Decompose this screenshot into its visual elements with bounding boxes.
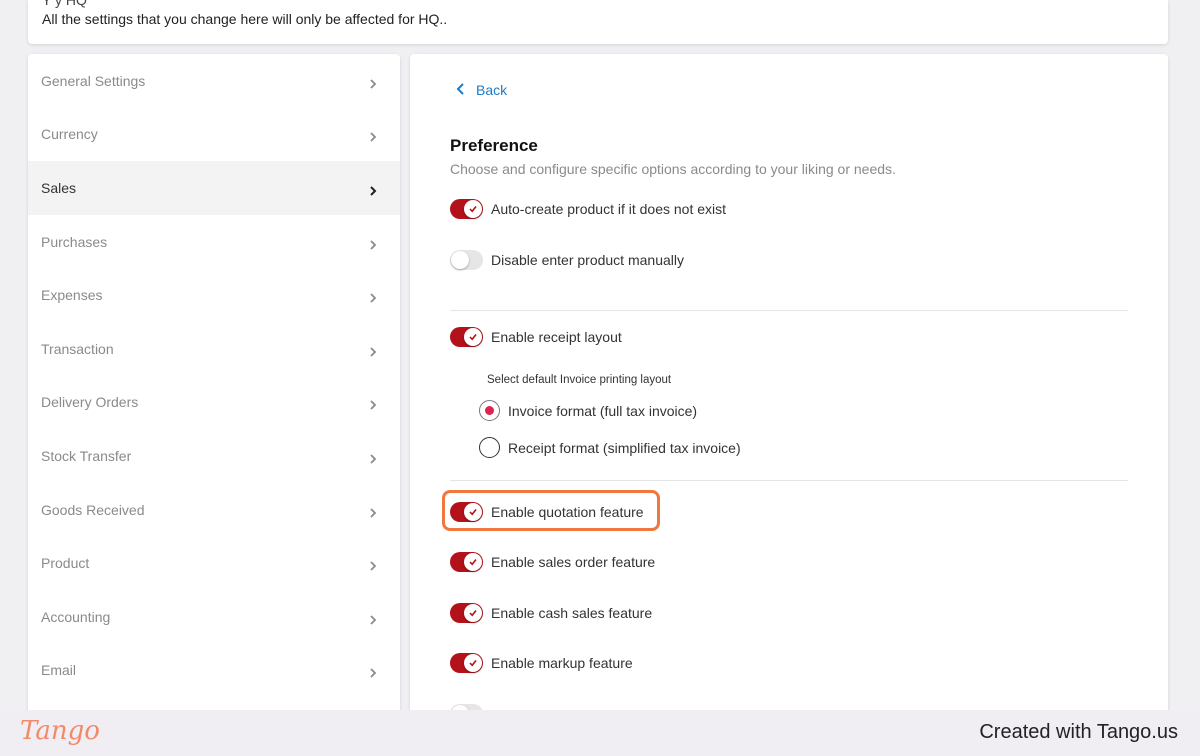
receipt-format-label: Receipt format (simplified tax invoice) — [508, 439, 741, 456]
sidebar-item-currency[interactable]: Currency — [28, 108, 400, 162]
sidebar-item-label: Expenses — [41, 287, 103, 304]
chevron-right-icon — [368, 237, 378, 250]
chevron-right-icon — [368, 397, 378, 410]
sidebar-item-transaction[interactable]: Transaction — [28, 322, 400, 376]
banner-cut-text: Y y HQ — [42, 0, 87, 8]
check-icon — [464, 328, 482, 346]
info-banner: Y y HQ All the settings that you change … — [28, 0, 1168, 44]
sidebar-item-purchases[interactable]: Purchases — [28, 215, 400, 269]
sidebar-item-goods-received[interactable]: Goods Received — [28, 483, 400, 537]
sales-order-toggle[interactable] — [450, 552, 483, 572]
check-icon — [464, 503, 482, 521]
chevron-right-icon — [368, 505, 378, 518]
tango-logo: Tango — [20, 716, 100, 746]
cash-sales-toggle[interactable] — [450, 603, 483, 623]
sidebar-item-label: Accounting — [41, 608, 111, 625]
chevron-right-icon — [368, 129, 378, 143]
sidebar-item-label: General Settings — [41, 72, 146, 89]
sales-order-row: Enable sales order feature — [450, 552, 655, 572]
chevron-right-icon — [368, 344, 378, 357]
chevron-right-icon — [368, 612, 378, 625]
receipt-layout-toggle[interactable] — [450, 327, 483, 347]
chevron-right-icon — [368, 558, 378, 571]
disable-manual-label: Disable enter product manually — [491, 252, 684, 268]
invoice-format-option[interactable]: Invoice format (full tax invoice) — [479, 400, 697, 421]
sidebar-item-label: Delivery Orders — [41, 394, 139, 411]
auto-create-row: Auto-create product if it does not exist — [450, 199, 726, 219]
sidebar-item-stock-transfer[interactable]: Stock Transfer — [28, 429, 400, 483]
invoice-format-label: Invoice format (full tax invoice) — [508, 402, 698, 419]
back-label: Back — [476, 82, 508, 98]
auto-create-label: Auto-create product if it does not exist — [491, 201, 727, 217]
cash-sales-label: Enable cash sales feature — [491, 605, 653, 621]
preference-panel: Back Preference Choose and configure spe… — [410, 54, 1168, 714]
markup-row: Enable markup feature — [450, 653, 633, 673]
section-divider — [450, 480, 1128, 481]
section-divider — [450, 310, 1128, 311]
auto-create-toggle[interactable] — [450, 199, 483, 219]
sidebar-item-label: Product — [41, 555, 90, 572]
receipt-layout-row: Enable receipt layout — [450, 327, 622, 347]
created-with-credit: Created with Tango.us — [979, 721, 1178, 743]
sidebar-item-general-settings[interactable]: General Settings — [28, 54, 400, 108]
page-subtitle: Choose and configure specific options ac… — [450, 161, 896, 177]
toggle-knob — [451, 251, 469, 269]
check-icon — [464, 604, 482, 622]
receipt-format-radio[interactable] — [479, 437, 500, 458]
sidebar-item-label: Stock Transfer — [41, 447, 132, 464]
settings-sidebar: General Settings Currency Sales Purchase… — [28, 54, 400, 714]
invoice-format-radio[interactable] — [479, 400, 500, 421]
sidebar-item-expenses[interactable]: Expenses — [28, 268, 400, 322]
markup-label: Enable markup feature — [491, 655, 633, 671]
receipt-layout-label: Enable receipt layout — [491, 329, 622, 345]
quotation-toggle[interactable] — [450, 502, 483, 522]
receipt-format-option[interactable]: Receipt format (simplified tax invoice) — [479, 437, 741, 458]
sales-order-label: Enable sales order feature — [491, 554, 656, 570]
quotation-row: Enable quotation feature — [450, 502, 644, 522]
chevron-right-icon — [368, 665, 378, 678]
check-icon — [464, 200, 482, 218]
cash-sales-row: Enable cash sales feature — [450, 603, 652, 623]
tango-footer: Tango Created with Tango.us — [0, 710, 1200, 756]
sidebar-item-label: Sales — [41, 179, 77, 196]
back-link[interactable]: Back — [456, 82, 507, 98]
disable-manual-toggle[interactable] — [450, 250, 483, 270]
banner-message: All the settings that you change here wi… — [42, 11, 448, 27]
sidebar-item-accounting[interactable]: Accounting — [28, 590, 400, 644]
markup-toggle[interactable] — [450, 653, 483, 673]
check-icon — [464, 654, 482, 672]
chevron-left-icon — [456, 82, 466, 98]
chevron-right-icon — [368, 76, 378, 89]
sidebar-item-label: Transaction — [41, 340, 114, 357]
disable-manual-row: Disable enter product manually — [450, 250, 684, 270]
sidebar-item-product[interactable]: Product — [28, 536, 400, 590]
sidebar-item-sales[interactable]: Sales — [28, 161, 400, 215]
chevron-right-icon — [368, 290, 378, 303]
page-title: Preference — [450, 136, 538, 155]
sidebar-item-label: Goods Received — [41, 501, 145, 518]
chevron-right-icon — [368, 183, 378, 196]
quotation-label: Enable quotation feature — [491, 504, 644, 520]
sidebar-item-email[interactable]: Email — [28, 644, 400, 698]
sidebar-item-label: Purchases — [41, 233, 108, 250]
sidebar-item-label: Currency — [41, 126, 98, 143]
check-icon — [464, 553, 482, 571]
sidebar-item-label: Email — [41, 662, 77, 679]
print-layout-heading: Select default Invoice printing layout — [487, 374, 672, 386]
chevron-right-icon — [368, 451, 378, 464]
sidebar-item-delivery-orders[interactable]: Delivery Orders — [28, 376, 400, 430]
